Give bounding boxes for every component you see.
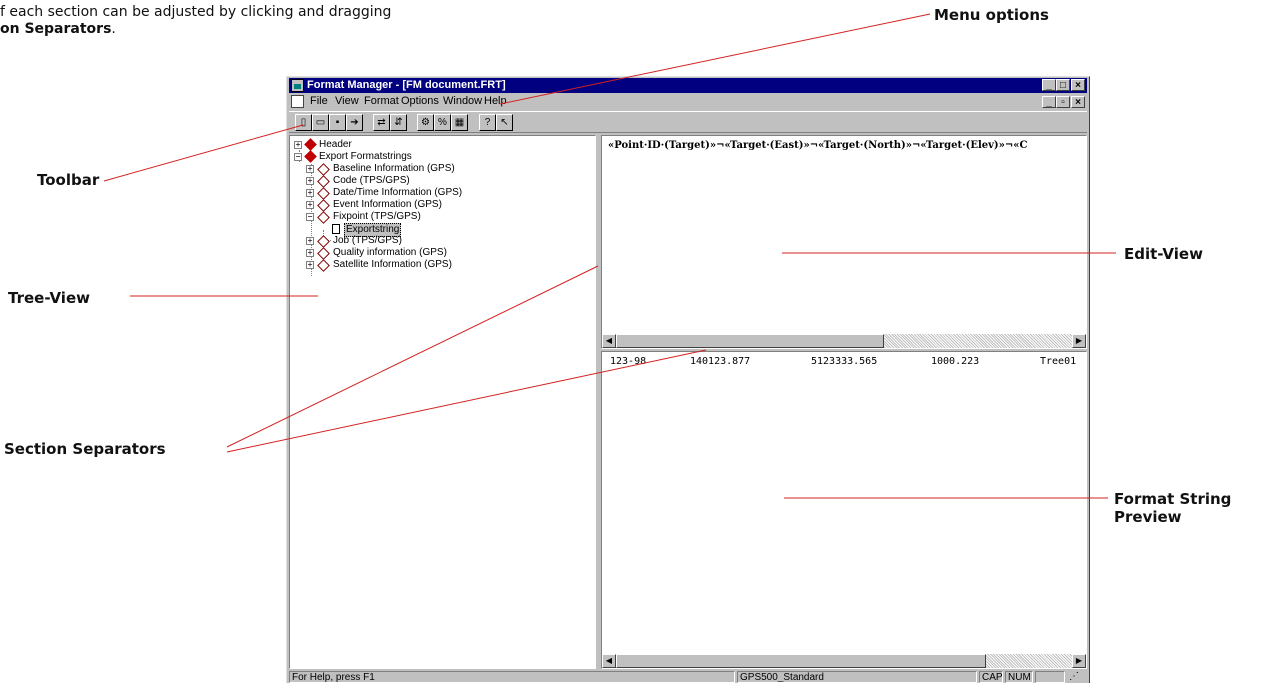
preview-point-id: 123-98 [610,356,647,367]
tree-item-label: Export Formatstrings [319,151,412,162]
close-button[interactable]: × [1071,79,1085,91]
tree-item-label: Header [319,139,352,150]
import-icon[interactable]: ⇄ [373,114,390,131]
mdi-close-button[interactable]: × [1071,96,1085,108]
open-icon[interactable]: ▭ [312,114,329,131]
title-bar[interactable]: Format Manager - [FM document.FRT] _ □ × [289,78,1087,93]
settings-icon[interactable]: ⚙ [417,114,434,131]
expand-toggle[interactable]: + [306,165,314,173]
tree-item-label: Fixpoint (TPS/GPS) [333,211,421,222]
status-num: NUM [1005,671,1033,683]
expand-toggle[interactable]: + [306,261,314,269]
expand-toggle[interactable]: + [294,141,302,149]
format-string-preview: 123-98 140123.877 5123333.565 1000.223 T… [601,351,1087,669]
menu-window[interactable]: Window [443,95,482,107]
expand-toggle[interactable]: + [306,177,314,185]
save-icon[interactable]: ▪ [329,114,346,131]
scroll-right-icon[interactable]: ▶ [1072,654,1086,668]
menu-file[interactable]: File [310,95,328,107]
label-section-separators: Section Separators [4,440,166,458]
status-cap: CAP [979,671,1003,683]
preview-elevation: 1000.223 [931,356,980,367]
minimize-button[interactable]: _ [1042,79,1056,91]
scroll-left-icon[interactable]: ◀ [602,654,616,668]
percent-icon[interactable]: % [434,114,451,131]
resize-grip-icon[interactable]: ⋰ [1067,671,1085,683]
scroll-left-icon[interactable]: ◀ [602,334,616,348]
format-group-icon [317,211,330,224]
format-string-icon [332,224,340,234]
edit-view[interactable]: «Point·ID·(Target)»¬«Target·(East)»¬«Tar… [601,135,1087,349]
document-icon[interactable] [291,95,304,108]
intro-line-2: on Separators. [0,21,391,38]
scroll-thumb[interactable] [616,654,986,668]
tree-item-label: Job (TPS/GPS) [333,235,402,246]
tree-item-label: Quality information (GPS) [333,247,447,258]
intro-line-1: f each section can be adjusted by clicki… [0,4,392,20]
format-group-icon [317,235,330,248]
expand-toggle[interactable]: + [306,189,314,197]
help-icon[interactable]: ? [479,114,496,131]
mdi-minimize-button[interactable]: _ [1042,96,1056,108]
collapse-toggle[interactable]: − [306,213,314,221]
window-title: Format Manager - [FM document.FRT] [307,79,506,91]
new-icon[interactable]: ▯ [295,114,312,131]
format-string-text[interactable]: «Point·ID·(Target)»¬«Target·(East)»¬«Tar… [608,140,1028,151]
menu-format[interactable]: Format [364,95,399,107]
intro-text: f each section can be adjusted by clicki… [0,4,391,38]
collapse-toggle[interactable]: − [294,153,302,161]
toolbar: ▯ ▭ ▪ ➔ ⇄ ⇵ ⚙ % ▦ ? ↖ [289,111,1087,133]
context-help-icon[interactable]: ↖ [496,114,513,131]
preview-horizontal-scrollbar[interactable]: ◀ ▶ [602,654,1086,668]
label-tree-view: Tree-View [8,289,90,307]
tree-item-label: Code (TPS/GPS) [333,175,410,186]
format-group-icon [317,163,330,176]
book-icon [304,138,317,151]
menu-help[interactable]: Help [484,95,507,107]
label-format-string-preview: Format String Preview [1114,490,1231,526]
format-group-icon [317,247,330,260]
label-format-string-line2: Preview [1114,508,1182,526]
preview-east: 140123.877 [690,356,751,367]
scroll-thumb[interactable] [616,334,884,348]
format-group-icon [317,199,330,212]
format-icon[interactable]: ⇵ [390,114,407,131]
status-format-name: GPS500_Standard [737,671,977,683]
export-icon[interactable]: ➔ [346,114,363,131]
tree-view[interactable]: + Header − Export Formatstrings + Baseli… [289,135,596,669]
intro-bold: on Separators [0,21,112,37]
format-manager-window: Format Manager - [FM document.FRT] _ □ ×… [286,76,1090,683]
tree-item-label: Satellite Information (GPS) [333,259,452,270]
expand-toggle[interactable]: + [306,249,314,257]
properties-icon[interactable]: ▦ [451,114,468,131]
status-bar: For Help, press F1 GPS500_Standard CAP N… [289,671,1087,684]
status-empty [1035,671,1065,683]
intro-tail: . [111,21,116,37]
book-icon [304,150,317,163]
tree-item-label: Baseline Information (GPS) [333,163,455,174]
maximize-button[interactable]: □ [1056,79,1070,91]
menu-bar: File View Format Options Window Help _ ▫… [289,94,1087,109]
preview-code: Tree01 [1040,356,1077,367]
format-group-icon [317,259,330,272]
app-icon[interactable] [291,79,304,92]
label-menu-options: Menu options [934,6,1049,24]
format-group-icon [317,175,330,188]
tree-item-label: Date/Time Information (GPS) [333,187,463,198]
menu-view[interactable]: View [335,95,359,107]
status-help-text: For Help, press F1 [289,671,735,683]
preview-north: 5123333.565 [811,356,878,367]
scroll-right-icon[interactable]: ▶ [1072,334,1086,348]
label-edit-view: Edit-View [1124,245,1203,263]
expand-toggle[interactable]: + [306,237,314,245]
label-format-string-line1: Format String [1114,490,1232,508]
menu-options[interactable]: Options [401,95,439,107]
line-toolbar [103,124,304,182]
mdi-restore-button[interactable]: ▫ [1056,96,1070,108]
edit-horizontal-scrollbar[interactable]: ◀ ▶ [602,334,1086,348]
tree-item-label: Event Information (GPS) [333,199,442,210]
expand-toggle[interactable]: + [306,201,314,209]
format-group-icon [317,187,330,200]
label-toolbar: Toolbar [37,171,100,189]
